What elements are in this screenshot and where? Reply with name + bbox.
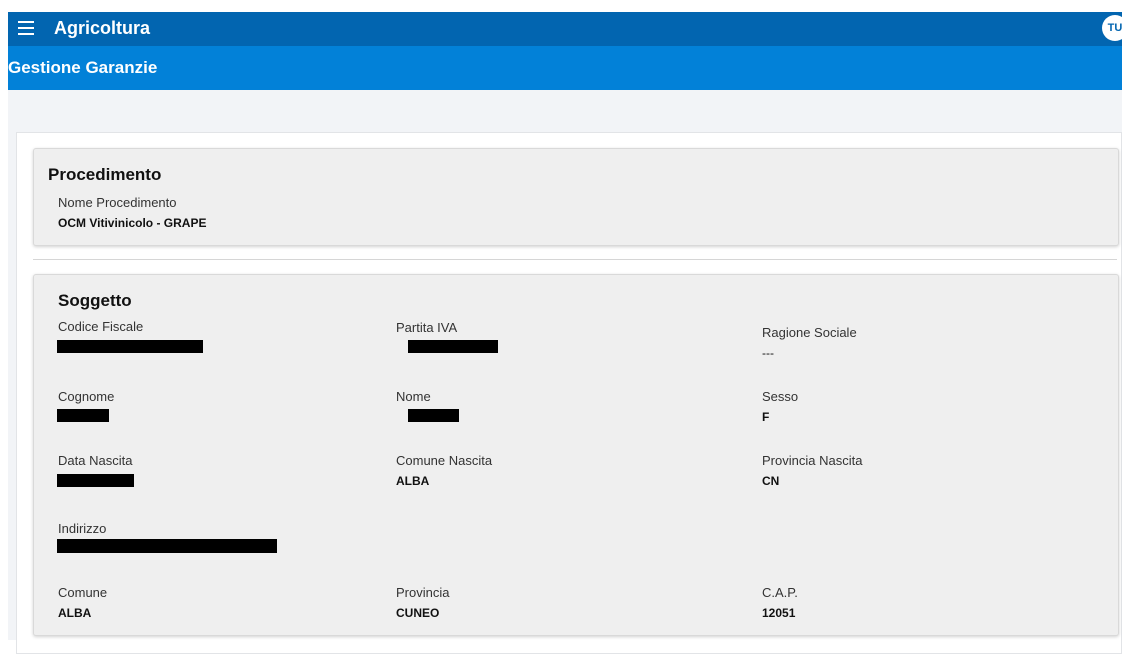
data-nascita-redacted <box>57 474 134 487</box>
cap-value: 12051 <box>762 606 796 620</box>
indirizzo-label: Indirizzo <box>58 521 107 536</box>
comune-value: ALBA <box>58 606 92 620</box>
cognome-label: Cognome <box>58 389 115 404</box>
user-avatar[interactable]: TU <box>1102 15 1122 41</box>
procedimento-title: Procedimento <box>48 165 162 184</box>
codice-fiscale-label: Codice Fiscale <box>58 319 144 334</box>
nome-label: Nome <box>396 389 431 404</box>
partita-iva-redacted <box>408 340 498 353</box>
app-header: Agricoltura TU <box>8 12 1122 46</box>
ragione-sociale-label: Ragione Sociale <box>762 325 857 340</box>
soggetto-title: Soggetto <box>58 291 132 310</box>
provincia-nascita-label: Provincia Nascita <box>762 453 863 468</box>
hamburger-menu-icon[interactable] <box>18 21 34 35</box>
ragione-sociale-value: --- <box>762 346 774 360</box>
comune-label: Comune <box>58 585 108 600</box>
indirizzo-redacted <box>57 539 277 553</box>
cognome-redacted <box>57 409 109 422</box>
comune-nascita-value: ALBA <box>396 474 430 488</box>
section-divider <box>33 259 1117 260</box>
soggetto-card: Soggetto Codice Fiscale Partita IVA Ragi… <box>33 274 1119 636</box>
provincia-value: CUNEO <box>396 606 440 620</box>
data-nascita-label: Data Nascita <box>58 453 133 468</box>
nome-redacted <box>408 409 459 422</box>
provincia-label: Provincia <box>396 585 450 600</box>
nome-procedimento-label: Nome Procedimento <box>58 195 177 210</box>
cap-label: C.A.P. <box>762 585 798 600</box>
codice-fiscale-redacted <box>57 340 203 353</box>
partita-iva-label: Partita IVA <box>396 320 458 335</box>
procedimento-card: Procedimento Nome Procedimento OCM Vitiv… <box>33 148 1119 246</box>
provincia-nascita-value: CN <box>762 474 780 488</box>
app-title: Agricoltura <box>54 18 151 38</box>
comune-nascita-label: Comune Nascita <box>396 453 493 468</box>
sesso-label: Sesso <box>762 389 799 404</box>
nome-procedimento-value: OCM Vitivinicolo - GRAPE <box>58 216 207 230</box>
page-title: Gestione Garanzie <box>8 58 158 77</box>
sesso-value: F <box>762 410 770 424</box>
page-header: Gestione Garanzie <box>8 46 1122 90</box>
